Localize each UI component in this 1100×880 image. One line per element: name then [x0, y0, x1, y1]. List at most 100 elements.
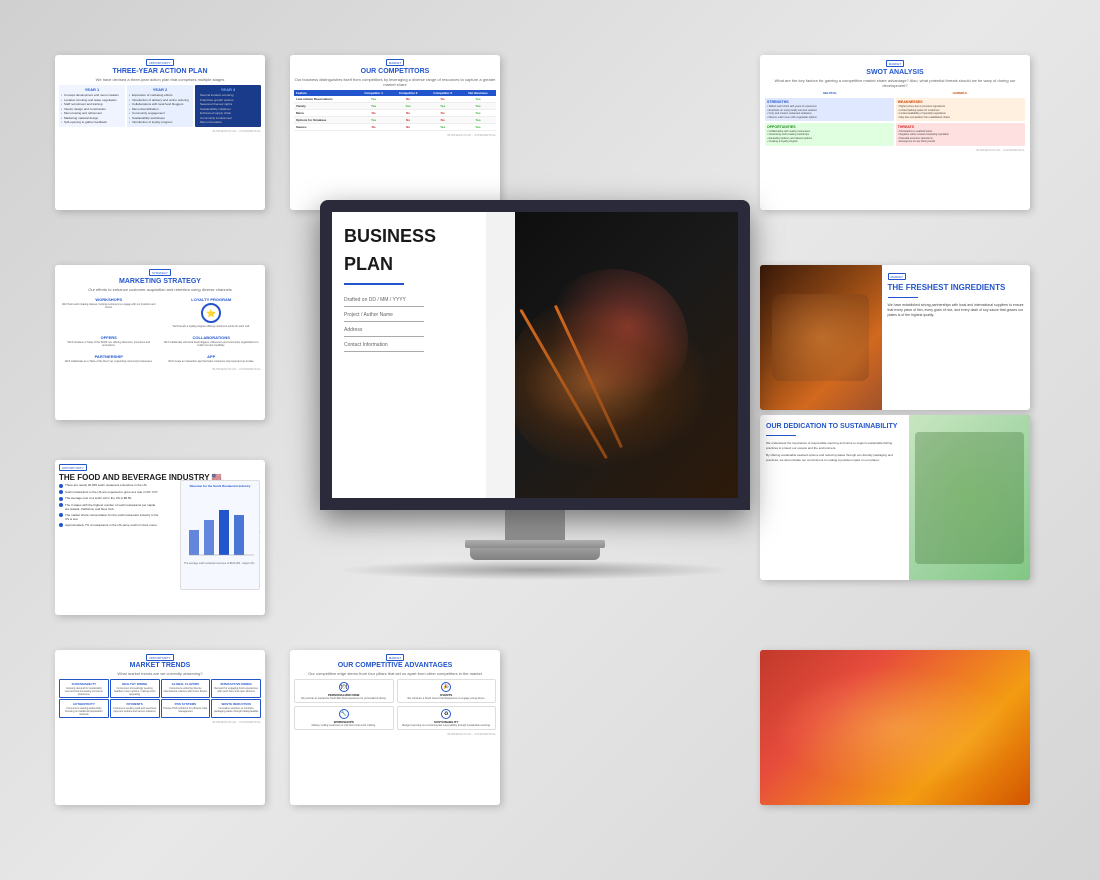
- monitor-container: BUSINESS PLAN Drafted on DD / MM / YYYY …: [300, 200, 770, 630]
- bp-drafted: Drafted on DD / MM / YYYY: [344, 297, 503, 303]
- freshest-image: [760, 265, 882, 410]
- offers-text: We'll introduce a 'Taste of the World' s…: [61, 341, 157, 347]
- slide-food-beverage[interactable]: OPPORTUNITY THE FOOD AND BEVERAGE INDUST…: [55, 460, 265, 615]
- swot-strengths-title: STRENGTHS: [767, 100, 892, 104]
- year2-item2: Introduction of delivery and online orde…: [129, 98, 191, 102]
- sustainability-title: OUR DEDICATION TO SUSTAINABILITY: [766, 423, 903, 431]
- year1-item2: Location scouting and lease negotiation: [61, 98, 123, 102]
- slide-market-trends[interactable]: OPPORTUNITY MARKET TRENDS What market tr…: [55, 650, 265, 805]
- swot-opportunities-title: OPPORTUNITIES: [767, 125, 892, 129]
- table-row: Variety Yes Yes Yes Yes: [294, 103, 496, 110]
- comp-adv-title: OUR COMPETITIVE ADVANTAGES: [294, 662, 496, 669]
- competitors-tag: MARKET: [386, 59, 405, 66]
- year3-item4: Sustainability initiatives: [197, 107, 259, 111]
- fb-item4: The 3 states with the highest number of …: [65, 503, 160, 511]
- swot-subtitle: What are the key factors for gaining a c…: [765, 78, 1025, 88]
- year2-item3: Collaborations with local food bloggers: [129, 102, 191, 106]
- competitors-title: OUR COMPETITORS: [294, 68, 496, 75]
- app-title: APP: [164, 354, 260, 359]
- comp-adv-subtitle: Our competitive edge stems from four pil…: [294, 671, 496, 676]
- year1-item3: Staff recruitment and training: [61, 102, 123, 106]
- year1-item5: Menu testing and refinement: [61, 111, 123, 115]
- year3-label: YEAR 3: [197, 87, 259, 92]
- year2-label: YEAR 2: [129, 87, 191, 92]
- trends-tag: OPPORTUNITY: [146, 654, 174, 661]
- swot-item: • Emergence of new dining trends: [898, 140, 1023, 143]
- year2-item1: Expansion of marketing efforts: [129, 93, 191, 97]
- fb-item5: The market share concentration for the s…: [65, 513, 160, 521]
- year3-item2: Franchise growth options: [197, 98, 259, 102]
- year3-item7: Menu innovation: [197, 120, 259, 124]
- workshops-text: We'll host sushi-making classes, helping…: [61, 303, 157, 309]
- adv-icon-4: ♻: [441, 709, 451, 719]
- adv-icon-3: 🔧: [339, 709, 349, 719]
- monitor-screen: BUSINESS PLAN Drafted on DD / MM / YYYY …: [320, 200, 750, 510]
- vp-image: [760, 650, 868, 805]
- year2-item7: Introduction of loyalty program: [129, 120, 191, 124]
- year3-item1: Second location scouting: [197, 93, 259, 97]
- action-plan-tag: OPPORTUNITY: [146, 59, 174, 66]
- swot-item: • May face competition from established …: [898, 116, 1023, 119]
- freshest-text: We have established strong partnerships …: [888, 303, 1025, 319]
- workshops-title: WORKSHOPS: [61, 297, 157, 302]
- slide-sustainability[interactable]: OUR DEDICATION TO SUSTAINABILITY We unde…: [760, 415, 1030, 580]
- freshest-title: THE FRESHEST INGREDIENTS: [888, 283, 1025, 293]
- loyalty-title: LOYALTY PROGRAM: [164, 297, 260, 302]
- sustainability-text1: We understand the importance of responsi…: [766, 441, 903, 450]
- adv-icon-1: 🍽: [339, 682, 349, 692]
- action-plan-subtitle: We have devised a three-year action plan…: [59, 77, 261, 82]
- bp-title1: BUSINESS: [344, 227, 503, 247]
- slide-competitors[interactable]: MARKET OUR COMPETITORS Our business dist…: [290, 55, 500, 210]
- year2-item4: Menu diversification: [129, 107, 191, 111]
- fb-item6: Approximately 7% of restaurants in the U…: [65, 523, 158, 527]
- bp-address: Address: [344, 327, 503, 333]
- marketing-title: MARKETING STRATEGY: [59, 278, 261, 285]
- freshest-tag: MARKET: [888, 273, 907, 280]
- collab-title: COLLABORATIONS: [164, 335, 260, 340]
- slide-marketing[interactable]: STRATEGY MARKETING STRATEGY Our efforts …: [55, 265, 265, 420]
- year3-item6: Community involvement: [197, 116, 259, 120]
- table-row: Menu No No No Yes: [294, 110, 496, 117]
- year1-item1: Concept development and menu creation: [61, 93, 123, 97]
- fb-item1: There are nearly 20,005 sushi restaurant…: [65, 483, 147, 487]
- year1-label: YEAR 1: [61, 87, 123, 92]
- bp-title2: PLAN: [344, 255, 503, 275]
- bp-project: Project / Author Name: [344, 312, 503, 318]
- trends-subtitle: What market trends are we currently obse…: [59, 671, 261, 676]
- swot-weaknesses-title: WEAKNESSES: [898, 100, 1023, 104]
- loyalty-text: ⭐ We'll launch a loyalty program offerin…: [164, 303, 260, 328]
- table-row: Sauces No No Yes Yes: [294, 124, 496, 131]
- fb-tag: OPPORTUNITY: [59, 464, 87, 471]
- slide-swot[interactable]: MARKET SWOT ANALYSIS What are the key fa…: [760, 55, 1030, 210]
- sustainability-text2: By offering sustainable seafood options …: [766, 453, 903, 462]
- slide-value-prop[interactable]: MARKET OUR VALUE PROPOSITION ✓ Experienc…: [760, 650, 1030, 805]
- marketing-tag: STRATEGY: [149, 269, 171, 276]
- collab-text: We'll collaborate with local food blogge…: [164, 341, 260, 347]
- fb-item2: Sushi restaurants in the US are expected…: [65, 490, 158, 494]
- slides-grid: OPPORTUNITY THREE-YEAR ACTION PLAN We ha…: [0, 0, 1100, 880]
- app-text: We'll create an interactive app that hel…: [164, 360, 260, 363]
- slide-action-plan[interactable]: OPPORTUNITY THREE-YEAR ACTION PLAN We ha…: [55, 55, 265, 210]
- year1-item4: Interior design and construction: [61, 107, 123, 111]
- trends-title: MARKET TRENDS: [59, 662, 261, 669]
- fb-item3: The average cost of a sushi roll in the …: [65, 496, 132, 500]
- swot-item: • Diverse sushi menu with vegetarian opt…: [767, 116, 892, 119]
- swot-threats-title: THREATS: [898, 125, 1023, 129]
- partnership-text: We'll collaborate as a 'Taste of the Res…: [61, 360, 157, 363]
- year2-item6: Sustainability workshops: [129, 116, 191, 120]
- swot-tag: MARKET: [886, 60, 905, 67]
- year3-item5: Enhanced supply chain: [197, 111, 259, 115]
- main-container: OPPORTUNITY THREE-YEAR ACTION PLAN We ha…: [0, 0, 1100, 880]
- sustainability-image: [909, 415, 1031, 580]
- slide-competitive-adv[interactable]: MARKET OUR COMPETITIVE ADVANTAGES Our co…: [290, 650, 500, 805]
- year1-item6: Marketing material design: [61, 116, 123, 120]
- adv-icon-2: 🎉: [441, 682, 451, 692]
- action-plan-title: THREE-YEAR ACTION PLAN: [59, 68, 261, 75]
- year1-item7: Soft-opening to gather feedback: [61, 120, 123, 124]
- partnership-title: PARTNERSHIP: [61, 354, 157, 359]
- offers-title: OFFERS: [61, 335, 157, 340]
- marketing-subtitle: Our efforts to enhance customer acquisit…: [59, 287, 261, 292]
- swot-title: SWOT ANALYSIS: [765, 69, 1025, 76]
- bp-contact: Contact Information: [344, 342, 503, 348]
- slide-freshest[interactable]: MARKET THE FRESHEST INGREDIENTS We have …: [760, 265, 1030, 410]
